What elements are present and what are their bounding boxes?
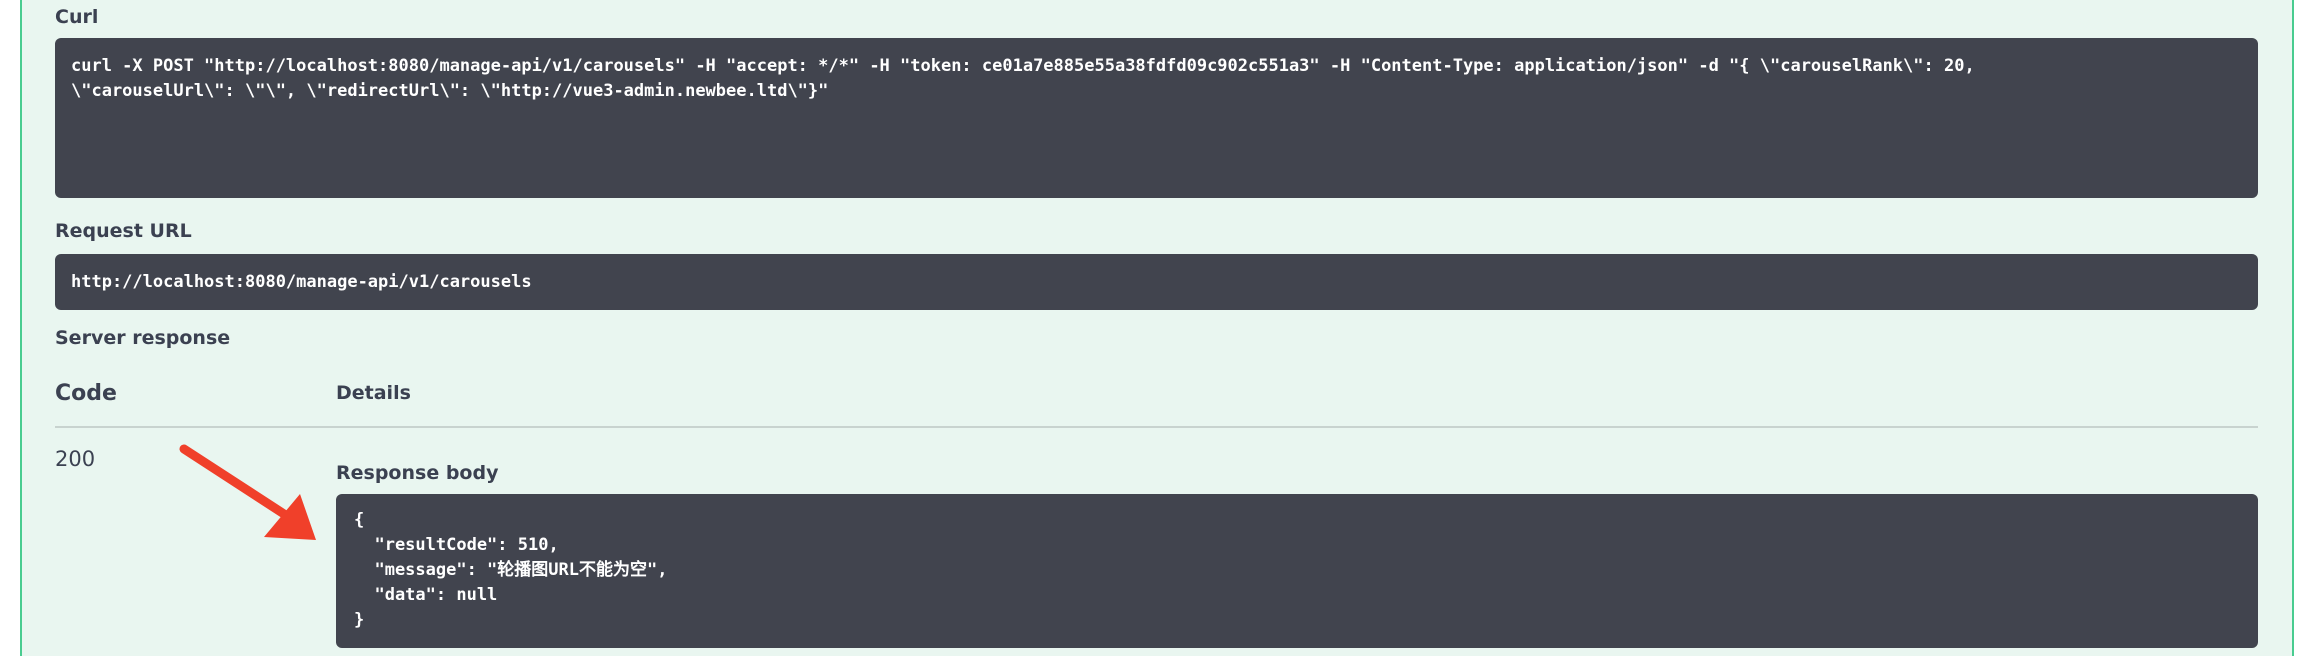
red-arrow-icon [179,444,316,540]
